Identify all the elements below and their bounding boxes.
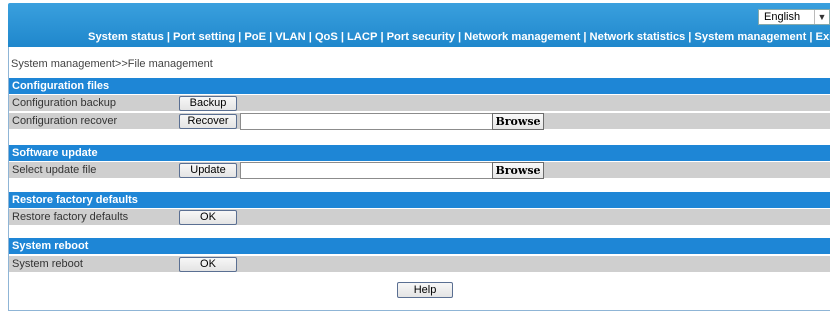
restore-ok-button[interactable]: OK xyxy=(179,210,237,225)
update-browse-button[interactable]: Browse xyxy=(492,162,544,179)
language-select[interactable]: English ▼ xyxy=(758,9,830,25)
nav-system-management[interactable]: System management xyxy=(694,31,806,43)
nav-system-status[interactable]: System status xyxy=(88,31,164,43)
row-configuration-recover: Configuration recover Recover Browse xyxy=(9,113,830,130)
main-nav: System status | Port setting | PoE | VLAN | QoS |… xyxy=(88,30,830,44)
update-button[interactable]: Update xyxy=(179,163,237,178)
update-file-input[interactable] xyxy=(240,162,494,179)
nav-port-setting[interactable]: Port setting xyxy=(173,31,235,43)
configuration-recover-label: Configuration recover xyxy=(12,115,118,127)
nav-separator: | xyxy=(380,31,384,43)
help-button[interactable]: Help xyxy=(397,282,453,298)
system-reboot-label: System reboot xyxy=(12,258,83,270)
row-restore-factory-defaults: Restore factory defaults OK xyxy=(9,209,830,226)
nav-network-statistics[interactable]: Network statistics xyxy=(590,31,686,43)
section-header-software-update: Software update xyxy=(9,145,830,161)
nav-separator: | xyxy=(457,31,462,43)
breadcrumb: System management>>File management xyxy=(11,58,213,70)
recover-file-input[interactable] xyxy=(240,113,494,130)
nav-separator: | xyxy=(166,31,171,43)
nav-poe[interactable]: PoE xyxy=(244,31,266,43)
language-select-value: English xyxy=(764,11,801,23)
nav-separator: | xyxy=(269,31,273,43)
nav-vlan[interactable]: VLAN xyxy=(275,31,305,43)
nav-separator: | xyxy=(308,31,312,43)
section-header-configuration-files: Configuration files xyxy=(9,78,830,94)
nav-exit[interactable]: Exit xyxy=(815,31,830,43)
recover-browse-button[interactable]: Browse xyxy=(492,113,544,130)
restore-factory-defaults-label: Restore factory defaults xyxy=(12,211,129,223)
chevron-down-icon[interactable]: ▼ xyxy=(814,10,829,24)
nav-separator: | xyxy=(340,31,344,43)
top-banner: English ▼ System status | Port setting | PoE… xyxy=(8,3,830,47)
nav-network-management[interactable]: Network management xyxy=(464,31,580,43)
nav-separator: | xyxy=(238,31,242,43)
select-update-file-label: Select update file xyxy=(12,164,97,176)
section-header-system-reboot: System reboot xyxy=(9,238,830,254)
row-configuration-backup: Configuration backup Backup xyxy=(9,95,830,112)
row-system-reboot: System reboot OK xyxy=(9,256,830,273)
recover-button[interactable]: Recover xyxy=(179,114,237,129)
section-header-restore-factory-defaults: Restore factory defaults xyxy=(9,192,830,208)
reboot-ok-button[interactable]: OK xyxy=(179,257,237,272)
nav-port-security[interactable]: Port security xyxy=(387,31,455,43)
nav-lacp[interactable]: LACP xyxy=(347,31,377,43)
configuration-backup-label: Configuration backup xyxy=(12,97,116,109)
nav-separator: | xyxy=(583,31,587,43)
row-select-update-file: Select update file Update Browse xyxy=(9,162,830,179)
backup-button[interactable]: Backup xyxy=(179,96,237,111)
nav-qos[interactable]: QoS xyxy=(315,31,338,43)
